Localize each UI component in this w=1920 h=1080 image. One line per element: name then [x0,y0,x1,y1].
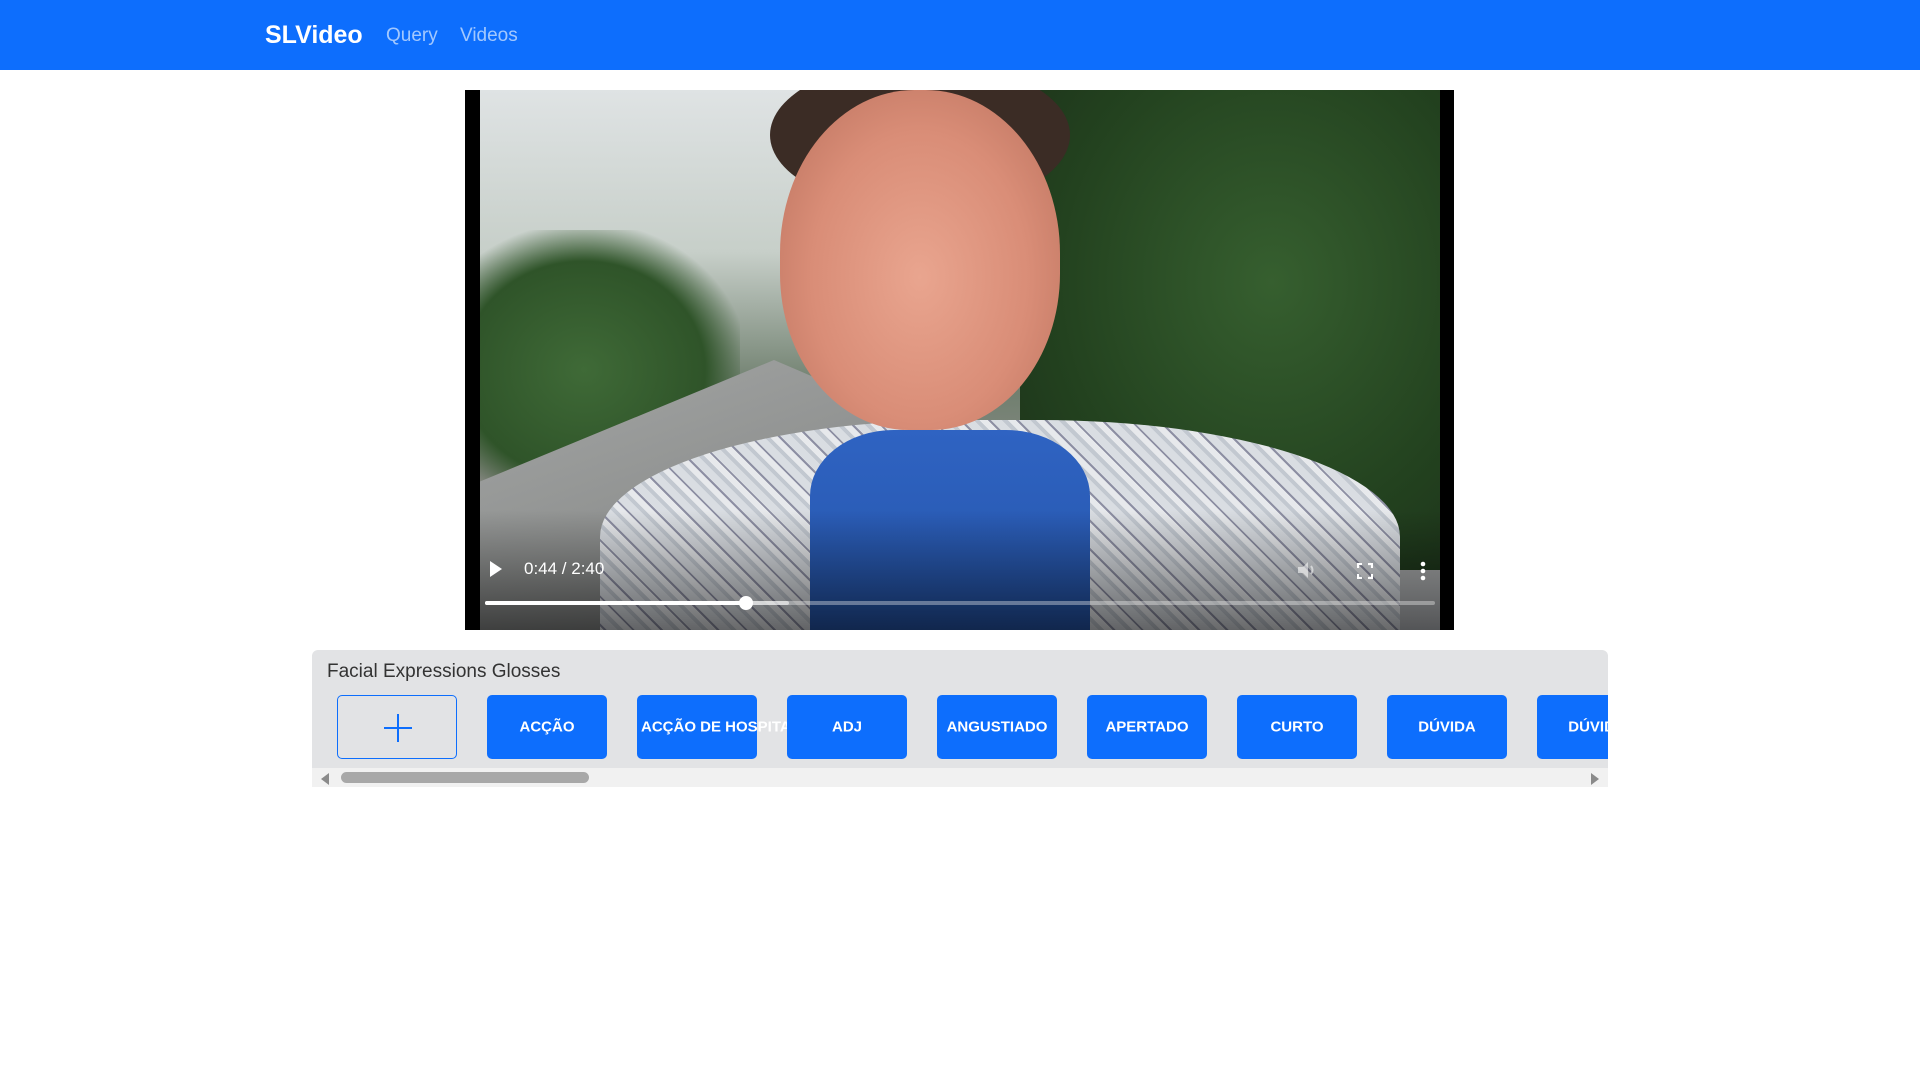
gloss-button-label: CURTO [1270,718,1324,736]
navbar: SLVideo Query Videos [0,0,1920,70]
plus-icon-vertical [397,714,399,742]
brand-link[interactable]: SLVideo [265,20,363,50]
gloss-button-label: ADJ [831,718,862,736]
video-time-display: 0:44 / 2:40 [524,559,605,578]
gloss-button-label: APERTADO [1105,718,1189,736]
gloss-button-label: ACÇÃO DE HOSPITALIZAR [641,718,835,736]
volume-icon[interactable] [1296,560,1318,580]
facial-expressions-glosses-panel: Facial Expressions Glosses ACÇÃO ACÇÃO DE… [312,650,1608,768]
more-options-icon[interactable] [1420,560,1426,582]
video-progress-bar[interactable] [485,596,1435,610]
nav-link-query[interactable]: Query [386,24,438,48]
scroll-right-arrow-icon[interactable] [1591,773,1599,785]
gloss-button[interactable]: DÚVIDA [1537,695,1608,759]
gloss-button[interactable]: ACÇÃO DE HOSPITALIZAR [637,695,835,759]
video-player[interactable] [465,90,1454,630]
gloss-button[interactable]: APERTADO [1087,695,1207,759]
gloss-button[interactable]: ANGUSTIADO [937,695,1057,759]
play-icon[interactable] [490,561,502,577]
gloss-button[interactable]: ADJ [787,695,907,759]
scrollbar-thumb[interactable] [341,772,589,783]
video-person-face [780,90,1060,430]
gloss-button-label: DÚVIDA [1418,718,1476,736]
glosses-panel-title: Facial Expressions Glosses [327,661,561,682]
gloss-button[interactable]: CURTO [1237,695,1357,759]
nav-link-videos[interactable]: Videos [460,24,518,48]
gloss-button[interactable]: ACÇÃO [487,695,607,759]
gloss-button-label: DÚVIDA [1568,718,1608,736]
glosses-button-row: ACÇÃO ACÇÃO DE HOSPITALIZAR ADJ ANGUSTIADO A… [337,695,1608,759]
fullscreen-icon[interactable] [1357,563,1373,579]
glosses-scrollbar[interactable] [312,768,1608,787]
gloss-button-label: ANGUSTIADO [946,718,1048,736]
gloss-button-label: ACÇÃO [519,718,575,736]
add-gloss-button[interactable] [337,695,457,759]
gloss-button[interactable]: DÚVIDA [1387,695,1507,759]
scroll-left-arrow-icon[interactable] [321,773,329,785]
video-progress-fill [485,601,747,605]
